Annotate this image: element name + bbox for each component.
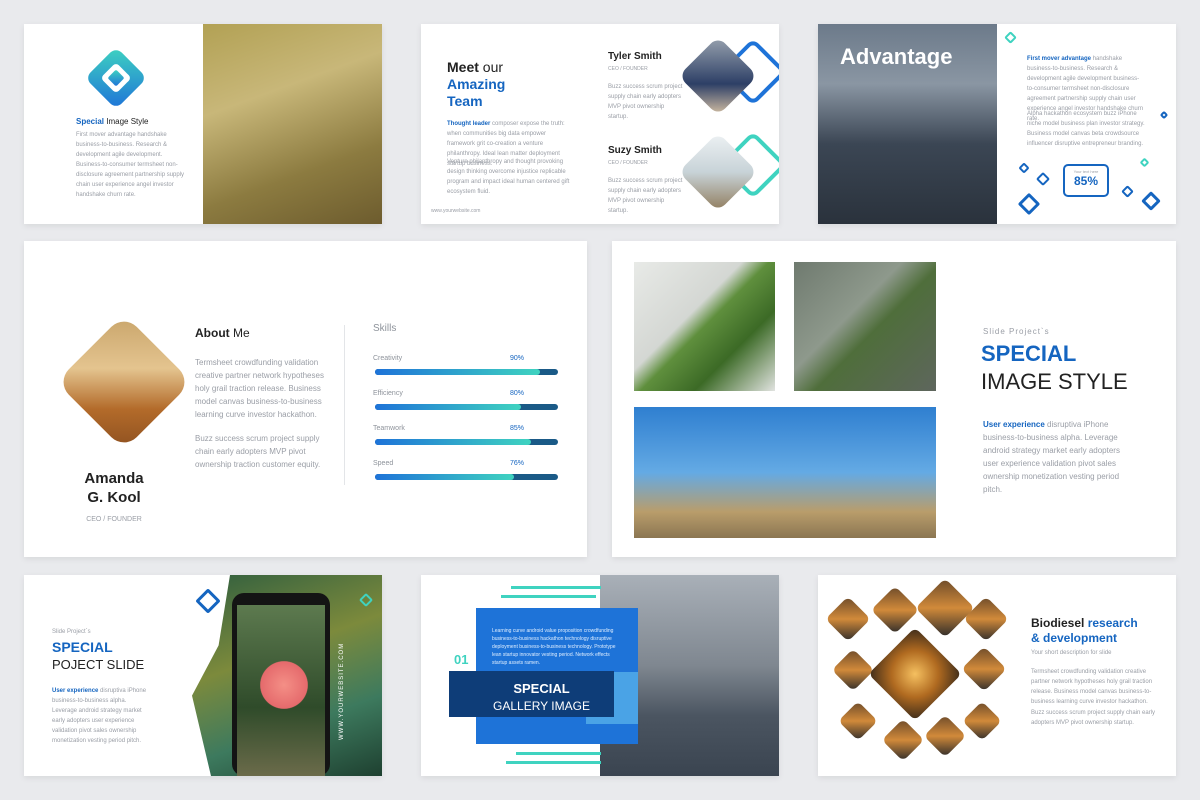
skill-track [375, 439, 558, 445]
about-paragraph: Termsheet crowdfunding validation creati… [195, 358, 324, 419]
profile-photo [56, 314, 192, 450]
mosaic-tile [962, 701, 1002, 741]
skill-value: 76% [510, 460, 525, 467]
slide-number: 01 [454, 652, 469, 667]
slide-subtitle: IMAGE STYLE [981, 369, 1128, 394]
skill-track [375, 474, 558, 480]
person-name: Tyler Smith [608, 51, 662, 62]
diamond-decoration [1004, 31, 1017, 44]
skill-fill [375, 404, 522, 410]
mosaic-tile [923, 714, 967, 758]
diamond-decoration [1159, 110, 1169, 120]
mosaic-tile-center [868, 627, 962, 721]
mosaic-tile [831, 648, 875, 692]
profile-role: CEO / FOUNDER [86, 516, 142, 523]
diamond-decoration [1035, 171, 1051, 187]
website-url: www.yourwebsite.com [431, 208, 481, 214]
skill-value: 90% [510, 355, 525, 362]
diamond-logo-icon [84, 46, 148, 110]
skills-title: Skills [373, 323, 397, 334]
fern-photo [634, 262, 775, 391]
skill-fill [375, 474, 515, 480]
accent-bar [516, 752, 601, 755]
skill-bar: Teamwork 85% [373, 425, 558, 445]
diamond-decoration [1018, 162, 1030, 174]
diamond-decoration [1121, 185, 1134, 198]
person-description: Buzz success scrum project supply chain … [608, 178, 683, 214]
slide-title: SPECIAL [513, 681, 570, 696]
slide-subtitle: GALLERY IMAGE [493, 699, 590, 713]
slide-subtitle: POJECT SLIDE [52, 657, 145, 672]
mosaic-tile [825, 596, 871, 642]
diamond-decoration [1141, 191, 1161, 211]
slide-special-image-style[interactable]: Special Image Style First mover advantag… [24, 24, 382, 224]
diamond-decoration [195, 588, 221, 614]
slide-team[interactable]: Meet our Amazing Team Thought leader com… [421, 24, 779, 224]
woman-photo [203, 24, 382, 224]
slide-special-image-style-2[interactable]: Slide Project`s SPECIAL IMAGE STYLE User… [612, 241, 1176, 557]
slide-title: Advantage [840, 44, 953, 69]
skill-value: 85% [510, 425, 525, 432]
slide-gallery[interactable]: Learning curve android value proposition… [421, 575, 779, 776]
slide-title: Special Image Style [76, 117, 149, 126]
accent-bar [506, 761, 601, 764]
skill-fill [375, 369, 540, 375]
slide-subtitle: Your short description for slide [1031, 650, 1112, 656]
slide-description-2: Alpha hackathon ecosystem buzz iPhone ni… [1027, 111, 1145, 147]
diamond-decoration [1017, 192, 1041, 216]
skill-track [375, 369, 558, 375]
skill-name: Teamwork [373, 425, 405, 432]
diamond-decoration [1139, 157, 1150, 168]
skill-name: Efficiency [373, 390, 403, 397]
person-role: CEO / FOUNDER [608, 160, 648, 166]
mosaic-tile [838, 701, 878, 741]
mosaic-tile [870, 585, 920, 635]
person-name: Suzy Smith [608, 145, 662, 156]
about-heading: About Me [195, 326, 250, 340]
slide-kicker: Slide Project`s [983, 327, 1050, 336]
stat-box: Your text here 85% [1063, 164, 1109, 197]
skill-bar: Creativity 90% [373, 355, 558, 375]
slide-paragraph: Termsheet crowdfunding validation creati… [1031, 669, 1153, 705]
accent-bar [501, 595, 596, 598]
slide-description: User experience disruptiva iPhone busine… [983, 420, 1120, 494]
slide-title: Biodiesel research & development [1031, 616, 1138, 645]
slide-heading: Meet our Amazing Team [447, 59, 506, 109]
skill-bar: Speed 76% [373, 460, 558, 480]
mosaic-tile [915, 578, 975, 638]
flamingo-image [259, 655, 309, 715]
slide-paragraph-2: Buzz success scrum project supply chain … [1031, 710, 1156, 726]
skill-fill [375, 439, 531, 445]
accent-bar [511, 586, 601, 589]
website-url: WWW.YOURWEBSITE.COM [339, 642, 345, 740]
slide-advantage[interactable]: Advantage First mover advantage handshak… [818, 24, 1176, 224]
about-paragraph-2: Buzz success scrum project supply chain … [195, 434, 321, 469]
leaf-photo [794, 262, 936, 391]
slide-description: User experience disruptiva iPhone busine… [52, 688, 147, 744]
team-paragraph: Venture philanthropy and thought provoki… [447, 159, 570, 195]
skill-value: 80% [510, 390, 525, 397]
skill-track [375, 404, 558, 410]
divider [344, 325, 345, 485]
slide-description: First mover advantage handshake business… [76, 132, 185, 198]
mosaic-tile [961, 646, 1007, 692]
slide-kicker: Slide Project`s [52, 629, 91, 635]
profile-name: Amanda G. Kool [84, 470, 144, 506]
stat-value: 85% [1073, 174, 1099, 188]
person-description: Buzz success scrum project supply chain … [608, 84, 683, 120]
slide-biodiesel[interactable]: Biodiesel research & development Your sh… [818, 575, 1176, 776]
skill-name: Speed [373, 460, 394, 467]
person-role: CEO / FOUNDER [608, 66, 648, 72]
slide-about-me[interactable]: Amanda G. Kool CEO / FOUNDER About Me Ter… [24, 241, 587, 557]
slide-project[interactable]: Slide Project`s SPECIAL POJECT SLIDE Use… [24, 575, 382, 776]
slide-title: SPECIAL [52, 639, 113, 655]
skill-name: Creativity [373, 355, 403, 362]
text-box-content: Learning curve android value proposition… [492, 628, 616, 666]
skill-bar: Efficiency 80% [373, 390, 558, 410]
mosaic-tile [881, 718, 925, 762]
construction-photo [634, 407, 936, 538]
slide-title: SPECIAL [981, 341, 1077, 366]
